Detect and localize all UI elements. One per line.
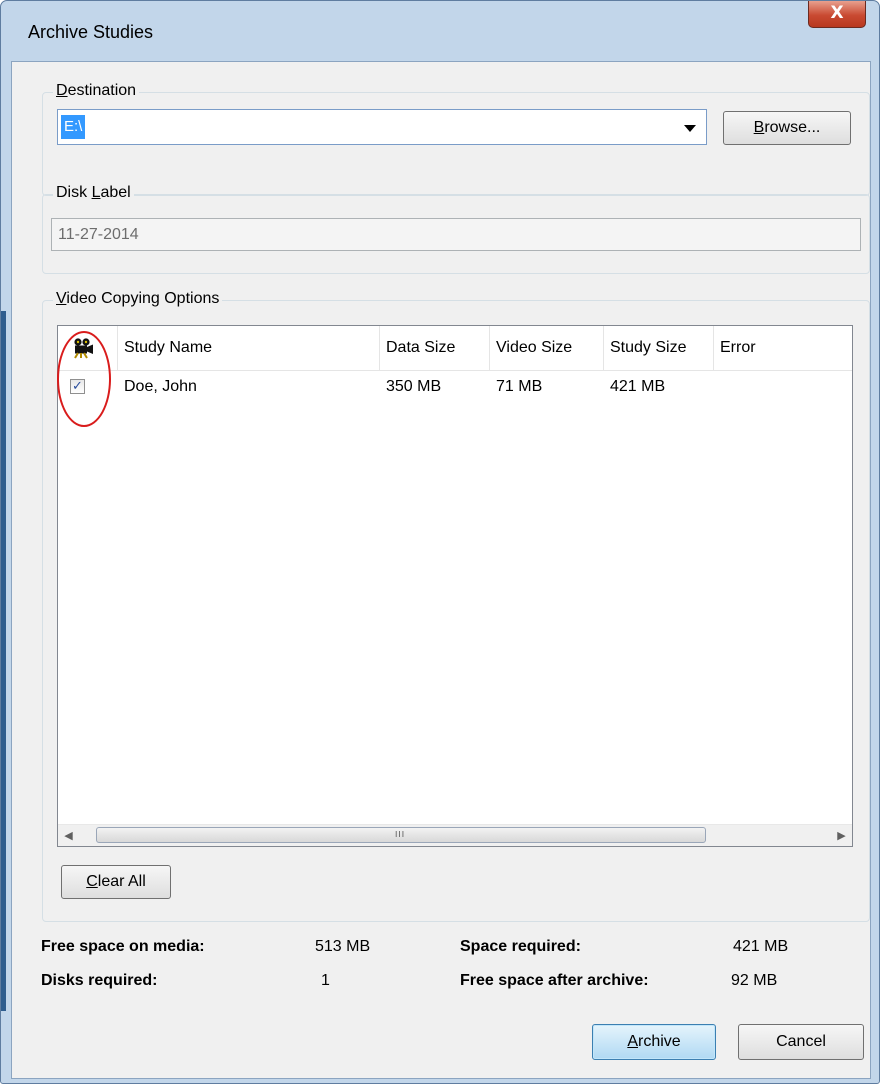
archive-button[interactable]: Archive — [592, 1024, 716, 1060]
free-space-value: 513 MB — [315, 938, 371, 955]
disk-label-group: Disk Label 11-27-2014 — [42, 184, 870, 274]
archive-studies-dialog: Archive Studies X Destination E:\ Browse… — [0, 0, 880, 1084]
browse-button[interactable]: Browse... — [723, 111, 851, 145]
cancel-button[interactable]: Cancel — [738, 1024, 864, 1060]
free-after-archive-value: 92 MB — [731, 972, 778, 989]
cell-data-size: 350 MB — [386, 378, 442, 395]
list-header: Study Name Data Size Video Size Study Si… — [58, 326, 852, 371]
disk-label-label: Disk Label — [53, 184, 134, 202]
grip-icon: III — [395, 830, 406, 839]
destination-group: Destination E:\ Browse... — [42, 82, 870, 196]
space-required-label: Space required: — [460, 938, 581, 955]
window-edge-accent — [1, 311, 6, 1011]
dialog-client-area: Destination E:\ Browse... Disk Label 11-… — [11, 61, 871, 1079]
cell-error — [714, 372, 852, 402]
column-header-error[interactable]: Error — [714, 326, 852, 370]
destination-combobox[interactable]: E:\ — [57, 109, 707, 145]
scroll-right-icon[interactable]: ▶ — [831, 825, 852, 846]
video-options-label: Video Copying Options — [53, 290, 223, 308]
space-required-value: 421 MB — [733, 938, 789, 955]
free-space-label: Free space on media: — [41, 938, 205, 955]
disks-required-label: Disks required: — [41, 972, 158, 989]
scroll-thumb[interactable]: III — [96, 827, 706, 843]
clear-all-button[interactable]: Clear All — [61, 865, 171, 899]
column-header-video-size[interactable]: Video Size — [490, 326, 604, 370]
table-row[interactable]: ✓ Doe, John 350 MB 71 MB 421 MB — [58, 372, 852, 402]
column-header-data-size[interactable]: Data Size — [380, 326, 490, 370]
video-options-group: Video Copying Options Study Name Data Si… — [42, 290, 870, 922]
cell-study-size: 421 MB — [610, 378, 666, 395]
destination-label: Destination — [53, 82, 140, 100]
close-icon: X — [830, 3, 844, 23]
cell-video-size: 71 MB — [496, 378, 543, 395]
window-title: Archive Studies — [28, 22, 154, 42]
studies-list[interactable]: Study Name Data Size Video Size Study Si… — [57, 325, 853, 847]
column-header-study-size[interactable]: Study Size — [604, 326, 714, 370]
chevron-down-icon[interactable] — [684, 125, 696, 132]
disks-required-value: 1 — [321, 972, 330, 989]
destination-value: E:\ — [61, 115, 86, 139]
free-after-archive-label: Free space after archive: — [460, 972, 649, 989]
scroll-left-icon[interactable]: ◀ — [58, 825, 79, 846]
column-header-study-name[interactable]: Study Name — [118, 326, 380, 370]
cell-study-name: Doe, John — [124, 378, 197, 395]
horizontal-scrollbar[interactable]: ◀ III ▶ — [58, 824, 852, 846]
disk-label-field: 11-27-2014 — [51, 218, 861, 251]
annotation-circle — [57, 331, 111, 427]
title-bar[interactable]: Archive Studies X — [1, 1, 879, 61]
close-button[interactable]: X — [808, 1, 866, 28]
